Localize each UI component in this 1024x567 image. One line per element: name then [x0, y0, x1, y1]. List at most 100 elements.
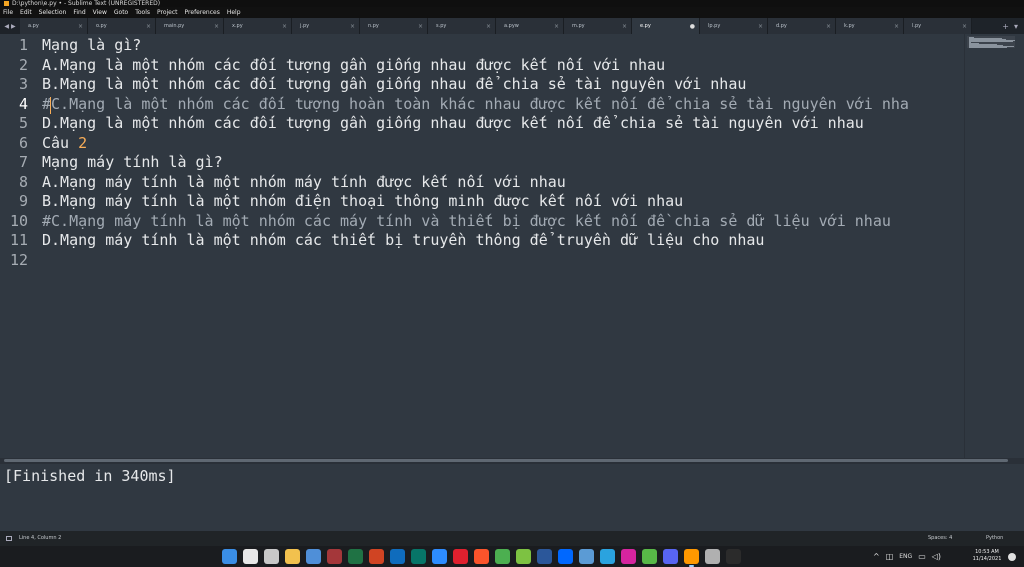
indentation-setting[interactable]: Spaces: 4	[928, 531, 952, 546]
task-view-icon[interactable]	[264, 549, 279, 564]
code-text: A.Mạng là một nhóm các đối tượng gần giố…	[42, 55, 666, 74]
volume-icon[interactable]: ◁)	[932, 552, 941, 561]
menu-file[interactable]: File	[3, 7, 13, 18]
discord-icon[interactable]	[663, 549, 678, 564]
code-line[interactable]: B.Mạng là một nhóm các đối tượng gần giố…	[42, 75, 962, 95]
close-tab-icon[interactable]: ×	[554, 23, 559, 30]
excel-icon[interactable]	[348, 549, 363, 564]
close-tab-icon[interactable]: ×	[146, 23, 151, 30]
notifications-icon[interactable]	[1008, 553, 1016, 561]
tab-nav-arrows[interactable]: ◀ ▶	[0, 18, 20, 34]
close-tab-icon[interactable]: ×	[894, 23, 899, 30]
camtasia-icon[interactable]	[642, 549, 657, 564]
panel-toggle-icon[interactable]	[6, 536, 12, 541]
tab-o-py[interactable]: o.py ×	[88, 18, 156, 34]
code-line[interactable]: #C.Mạng máy tính là một nhóm các máy tín…	[42, 212, 962, 232]
close-tab-icon[interactable]: ×	[758, 23, 763, 30]
line-number: 7	[18, 153, 28, 171]
sublime-text-icon[interactable]	[684, 549, 699, 567]
close-tab-icon[interactable]: ×	[350, 23, 355, 30]
menu-view[interactable]: View	[93, 7, 107, 18]
close-tab-icon[interactable]: ×	[78, 23, 83, 30]
tab-n-py[interactable]: n.py ×	[360, 18, 428, 34]
language-indicator[interactable]: ENG	[899, 553, 912, 560]
powerpoint-icon[interactable]	[369, 549, 384, 564]
code-line[interactable]: D.Mạng là một nhóm các đối tượng gần giố…	[42, 114, 962, 134]
tab-k-py[interactable]: k.py ×	[836, 18, 904, 34]
close-tab-icon[interactable]: ×	[282, 23, 287, 30]
scrollbar-thumb[interactable]	[4, 459, 1008, 462]
snipping-tool-icon[interactable]	[705, 549, 720, 564]
search-icon[interactable]	[243, 549, 258, 564]
code-line[interactable]: Mạng là gì?	[42, 36, 962, 56]
menu-project[interactable]: Project	[157, 7, 178, 18]
close-tab-icon[interactable]: ×	[826, 23, 831, 30]
word-icon[interactable]	[537, 549, 552, 564]
tab-lp-py[interactable]: lp.py ×	[700, 18, 768, 34]
picture-icon[interactable]	[579, 549, 594, 564]
tab-label: e.py	[640, 23, 651, 29]
menu-edit[interactable]: Edit	[20, 7, 32, 18]
close-tab-icon[interactable]: ×	[962, 23, 967, 30]
code-line[interactable]	[42, 251, 962, 271]
code-line[interactable]: D.Mạng máy tính là một nhóm các thiết bị…	[42, 231, 962, 251]
tab-j-py[interactable]: j.py ×	[292, 18, 360, 34]
tab-prev-icon[interactable]: ◀	[4, 23, 9, 30]
code-line[interactable]: A.Mạng là một nhóm các đối tượng gần giố…	[42, 56, 962, 76]
brave-icon[interactable]	[474, 549, 489, 564]
menu-bar: File Edit Selection Find View Goto Tools…	[0, 7, 1024, 18]
instagram-icon[interactable]	[621, 549, 636, 564]
minimap-line	[969, 41, 1013, 42]
publisher-icon[interactable]	[411, 549, 426, 564]
new-tab-icon[interactable]: +	[1002, 22, 1009, 31]
minimap[interactable]	[964, 34, 1024, 458]
tab-d-py[interactable]: d.py ×	[768, 18, 836, 34]
close-tab-icon[interactable]: ×	[622, 23, 627, 30]
tab-main-py[interactable]: main.py ×	[156, 18, 224, 34]
close-tab-icon[interactable]: ×	[418, 23, 423, 30]
file-explorer-icon[interactable]	[285, 549, 300, 564]
store-icon[interactable]	[306, 549, 321, 564]
opera-icon[interactable]	[453, 549, 468, 564]
zoom-icon[interactable]	[432, 549, 447, 564]
terminal-icon[interactable]	[726, 549, 741, 564]
app-green-icon[interactable]	[516, 549, 531, 564]
menu-preferences[interactable]: Preferences	[185, 7, 220, 18]
tab-a-py[interactable]: a.py ×	[20, 18, 88, 34]
outlook-icon[interactable]	[390, 549, 405, 564]
syntax-selector[interactable]: Python	[986, 531, 1003, 546]
tab-s-py[interactable]: s.py ×	[428, 18, 496, 34]
close-tab-icon[interactable]: ×	[486, 23, 491, 30]
tab-next-icon[interactable]: ▶	[11, 23, 16, 30]
menu-find[interactable]: Find	[73, 7, 85, 18]
tab-a-pyw[interactable]: a.pyw ×	[496, 18, 564, 34]
code-line[interactable]: B.Mạng máy tính là một nhóm điện thoại t…	[42, 192, 962, 212]
access-icon[interactable]	[327, 549, 342, 564]
code-line[interactable]: Câu 2	[42, 134, 962, 154]
tab-e-py[interactable]: e.py ●	[632, 18, 700, 34]
editor-pane[interactable]: 1 2 3 4 5 6 7 8 9 10 11 12 Mạng là gì? A.Mạng là một…	[0, 34, 1024, 458]
tab-list-icon[interactable]: ▾	[1014, 22, 1018, 31]
unsaved-dot-icon[interactable]: ●	[690, 23, 695, 30]
code-area[interactable]: Mạng là gì? A.Mạng là một nhóm các đối tư…	[42, 34, 962, 458]
sublime-app-icon	[4, 1, 9, 6]
close-tab-icon[interactable]: ×	[214, 23, 219, 30]
menu-selection[interactable]: Selection	[39, 7, 67, 18]
telegram-icon[interactable]	[600, 549, 615, 564]
menu-tools[interactable]: Tools	[135, 7, 150, 18]
start-icon[interactable]	[222, 549, 237, 564]
menu-goto[interactable]: Goto	[114, 7, 128, 18]
zalo-icon[interactable]	[558, 549, 573, 564]
tray-overflow-icon[interactable]: ^	[873, 552, 880, 561]
chrome-icon[interactable]	[495, 549, 510, 564]
display-icon[interactable]: ▭	[918, 552, 926, 561]
code-line[interactable]: A.Mạng máy tính là một nhóm máy tính đượ…	[42, 173, 962, 193]
tab-x-py[interactable]: x.py ×	[224, 18, 292, 34]
code-line[interactable]: Mạng máy tính là gì?	[42, 153, 962, 173]
tab-m-py[interactable]: m.py ×	[564, 18, 632, 34]
clock[interactable]: 10:53 AM 11/14/2021	[968, 549, 1006, 563]
code-line[interactable]: #C.Mạng là một nhóm các đối tượng hoàn t…	[42, 95, 962, 115]
network-icon[interactable]: ◫	[886, 552, 894, 561]
tab-l-py[interactable]: l.py ×	[904, 18, 972, 34]
menu-help[interactable]: Help	[227, 7, 241, 18]
